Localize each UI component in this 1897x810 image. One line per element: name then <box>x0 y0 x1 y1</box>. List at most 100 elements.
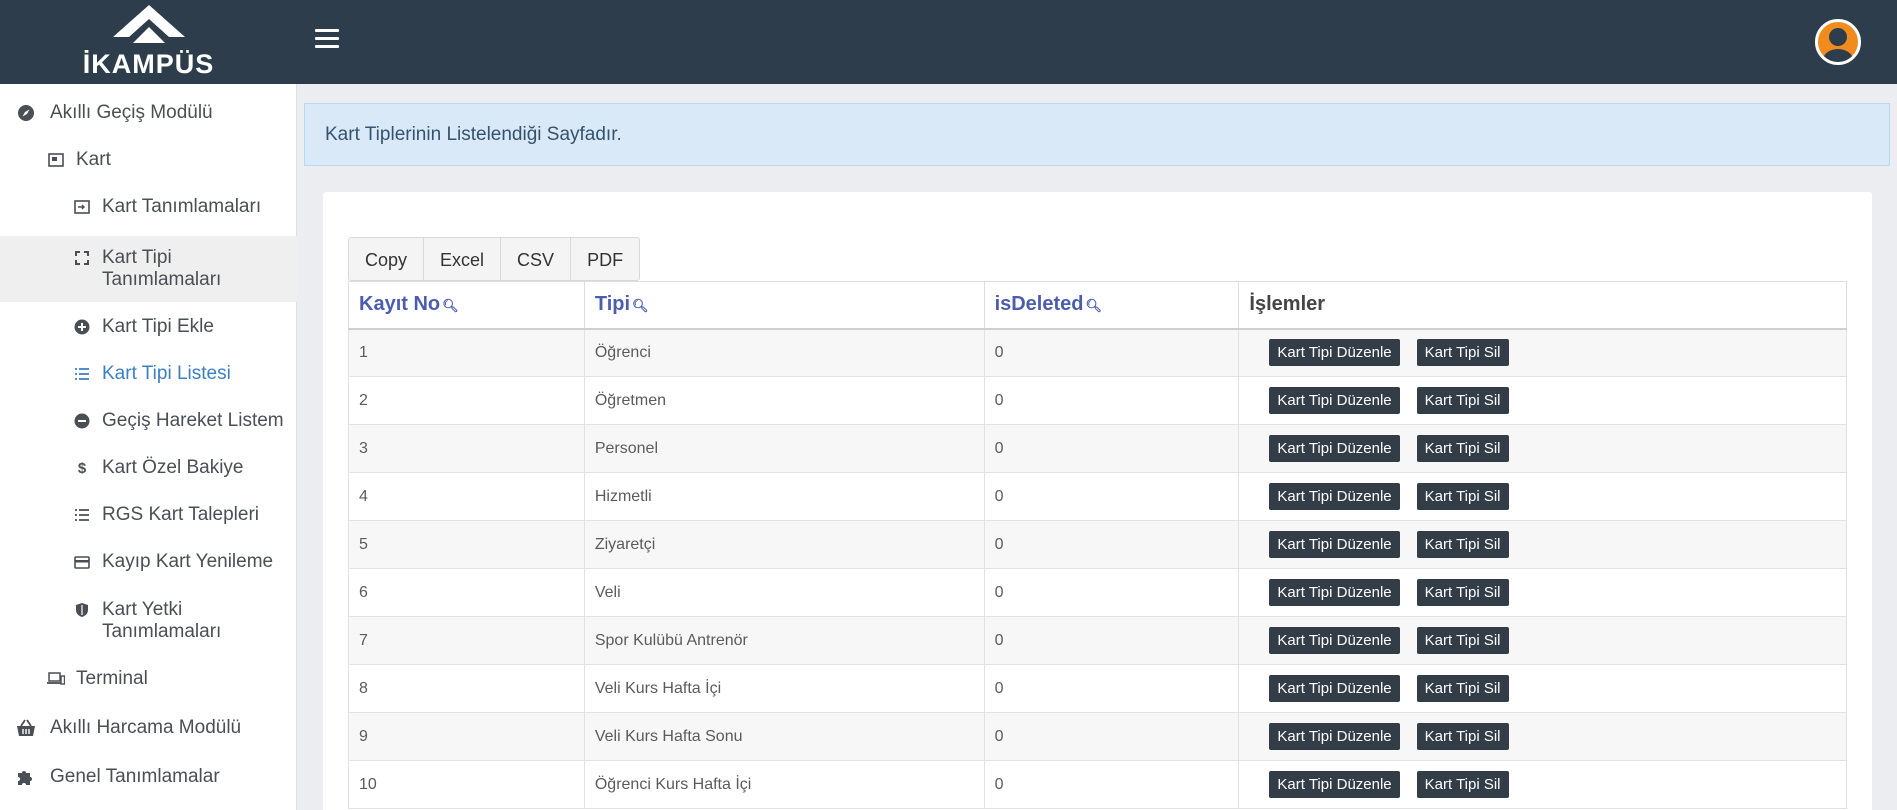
cell-isdeleted: 0 <box>983 616 1240 665</box>
sidebar-item-kart-ozel-bakiye[interactable]: $ Kart Özel Bakiye <box>0 453 297 483</box>
puzzle-icon <box>16 767 36 787</box>
sidebar-item-label: Kart <box>76 149 111 170</box>
cell-tipi: Personel <box>583 424 985 473</box>
cell-isdeleted: 0 <box>983 376 1240 425</box>
sidebar-item-label: Akıllı Harcama Modülü <box>50 717 242 738</box>
sidebar-item-label: Terminal <box>76 668 148 689</box>
edit-kart-tipi-button[interactable]: Kart Tipi Düzenle <box>1269 771 1400 798</box>
cell-islemler: Kart Tipi Düzenle Kart Tipi Sil <box>1238 760 1847 809</box>
column-header-isdeleted[interactable]: isDeleted 🔍︎ <box>983 281 1240 330</box>
brand-logo[interactable]: İKAMPÜS <box>0 0 297 84</box>
edit-kart-tipi-button[interactable]: Kart Tipi Düzenle <box>1269 339 1400 367</box>
brand-name: İKAMPÜS <box>82 49 215 79</box>
cell-kayit-no: 1 <box>348 328 585 377</box>
search-icon[interactable]: 🔍︎ <box>632 298 649 313</box>
alert-text: Kart Tiplerinin Listelendiği Sayfadır. <box>325 124 622 145</box>
cell-tipi: Veli <box>583 568 985 617</box>
edit-kart-tipi-button[interactable]: Kart Tipi Düzenle <box>1269 675 1400 702</box>
edit-kart-tipi-button[interactable]: Kart Tipi Düzenle <box>1269 483 1400 510</box>
kart-tipi-table: Kayıt No 🔍︎ Tipi 🔍︎ isDeleted 🔍︎ İşlemler 1… <box>348 281 1847 809</box>
csv-button[interactable]: CSV <box>501 238 572 280</box>
user-icon <box>1823 28 1853 62</box>
cell-isdeleted: 0 <box>983 520 1240 569</box>
user-avatar[interactable] <box>1815 19 1861 65</box>
sidebar-item-kart-tipi-tanimlamalari[interactable]: Kart Tipi Tanımlamaları <box>0 236 297 302</box>
cell-islemler: Kart Tipi Düzenle Kart Tipi Sil <box>1238 568 1847 617</box>
cell-kayit-no: 2 <box>348 376 585 425</box>
info-alert: Kart Tiplerinin Listelendiği Sayfadır. <box>304 103 1890 166</box>
edit-kart-tipi-button[interactable]: Kart Tipi Düzenle <box>1269 531 1400 558</box>
delete-kart-tipi-button[interactable]: Kart Tipi Sil <box>1416 339 1509 367</box>
cell-tipi: Öğrenci Kurs Hafta İçi <box>583 760 985 809</box>
list-icon <box>72 364 92 384</box>
edit-kart-tipi-button[interactable]: Kart Tipi Düzenle <box>1269 627 1400 654</box>
sidebar-item-label: Kayıp Kart Yenileme <box>102 551 274 572</box>
search-icon[interactable]: 🔍︎ <box>442 298 459 313</box>
cell-isdeleted: 0 <box>983 664 1240 713</box>
cell-kayit-no: 9 <box>348 712 585 761</box>
delete-kart-tipi-button[interactable]: Kart Tipi Sil <box>1416 771 1509 798</box>
sidebar-item-kart-yetki-tanimlamalari[interactable]: Kart Yetki Tanımlamaları <box>0 599 297 649</box>
sidebar-item-label: Kart Tipi Listesi <box>102 363 231 384</box>
devices-icon <box>46 669 66 689</box>
excel-button[interactable]: Excel <box>424 238 502 280</box>
compass-icon <box>16 103 36 123</box>
column-header-tipi[interactable]: Tipi 🔍︎ <box>583 281 985 330</box>
edit-kart-tipi-button[interactable]: Kart Tipi Düzenle <box>1269 435 1400 462</box>
sidebar-item-gecis-hareket-listem[interactable]: Geçiş Hareket Listem <box>0 406 297 436</box>
delete-kart-tipi-button[interactable]: Kart Tipi Sil <box>1416 435 1509 462</box>
id-card-icon <box>46 150 66 170</box>
cell-isdeleted: 0 <box>983 328 1240 377</box>
plus-circle-icon <box>72 317 92 337</box>
sidebar-item-label: Kart Özel Bakiye <box>102 457 244 478</box>
table-row: 2 Öğretmen 0 Kart Tipi Düzenle Kart Tipi Sil <box>348 376 1847 425</box>
delete-kart-tipi-button[interactable]: Kart Tipi Sil <box>1416 675 1509 702</box>
sidebar-item-kart-tanimlamalari[interactable]: Kart Tanımlamaları <box>0 192 297 222</box>
copy-button[interactable]: Copy <box>349 238 425 280</box>
cell-tipi: Veli Kurs Hafta İçi <box>583 664 985 713</box>
delete-kart-tipi-button[interactable]: Kart Tipi Sil <box>1416 627 1509 654</box>
table-row: 1 Öğrenci 0 Kart Tipi Düzenle Kart Tipi Sil <box>348 328 1847 377</box>
sidebar-item-kart-tipi-ekle[interactable]: Kart Tipi Ekle <box>0 312 297 342</box>
sidebar-item-genel-tanimlamalar[interactable]: Genel Tanımlamalar <box>0 762 297 792</box>
delete-kart-tipi-button[interactable]: Kart Tipi Sil <box>1416 531 1509 558</box>
cell-tipi: Öğretmen <box>583 376 985 425</box>
delete-kart-tipi-button[interactable]: Kart Tipi Sil <box>1416 483 1509 510</box>
sidebar-item-kayip-kart-yenileme[interactable]: Kayıp Kart Yenileme <box>0 547 297 577</box>
sidebar-item-akilli-gecis[interactable]: Akıllı Geçiş Modülü <box>0 98 297 128</box>
cell-tipi: Veli Kurs Hafta Sonu <box>583 712 985 761</box>
cell-tipi: Hizmetli <box>583 472 985 521</box>
edit-kart-tipi-button[interactable]: Kart Tipi Düzenle <box>1269 579 1400 606</box>
edit-kart-tipi-button[interactable]: Kart Tipi Düzenle <box>1269 387 1400 414</box>
column-header-islemler: İşlemler <box>1238 281 1847 330</box>
menu-toggle-icon[interactable] <box>315 29 339 49</box>
delete-kart-tipi-button[interactable]: Kart Tipi Sil <box>1416 579 1509 606</box>
sidebar-item-akilli-harcama[interactable]: Akıllı Harcama Modülü <box>0 713 297 743</box>
cell-kayit-no: 5 <box>348 520 585 569</box>
edit-kart-tipi-button[interactable]: Kart Tipi Düzenle <box>1269 723 1400 750</box>
dollar-icon: $ <box>77 459 87 477</box>
sidebar-item-label: Kart Tipi Ekle <box>102 316 214 337</box>
cell-kayit-no: 4 <box>348 472 585 521</box>
cell-tipi: Ziyaretçi <box>583 520 985 569</box>
pdf-button[interactable]: PDF <box>571 238 639 280</box>
search-icon[interactable]: 🔍︎ <box>1086 298 1103 313</box>
delete-kart-tipi-button[interactable]: Kart Tipi Sil <box>1416 387 1509 414</box>
cell-kayit-no: 7 <box>348 616 585 665</box>
list-icon <box>72 505 92 525</box>
sidebar-item-kart[interactable]: Kart <box>0 145 297 175</box>
basket-icon <box>16 718 36 738</box>
sidebar-item-label: RGS Kart Talepleri <box>102 504 259 525</box>
column-header-kayit-no[interactable]: Kayıt No 🔍︎ <box>348 281 585 330</box>
cell-islemler: Kart Tipi Düzenle Kart Tipi Sil <box>1238 472 1847 521</box>
table-row: 8 Veli Kurs Hafta İçi 0 Kart Tipi Düzenle Ka… <box>348 664 1847 713</box>
sidebar-item-terminal[interactable]: Terminal <box>0 664 297 694</box>
sidebar-item-rgs-kart-talepleri[interactable]: RGS Kart Talepleri <box>0 500 297 530</box>
sidebar-item-label: Geçiş Hareket Listem <box>102 410 284 431</box>
sidebar-item-kart-tipi-listesi[interactable]: Kart Tipi Listesi <box>0 359 297 389</box>
cell-islemler: Kart Tipi Düzenle Kart Tipi Sil <box>1238 424 1847 473</box>
cell-islemler: Kart Tipi Düzenle Kart Tipi Sil <box>1238 664 1847 713</box>
delete-kart-tipi-button[interactable]: Kart Tipi Sil <box>1416 723 1509 750</box>
mountain-logo-icon <box>112 5 185 43</box>
sidebar-item-label: Kart Tanımlamaları <box>102 196 262 217</box>
